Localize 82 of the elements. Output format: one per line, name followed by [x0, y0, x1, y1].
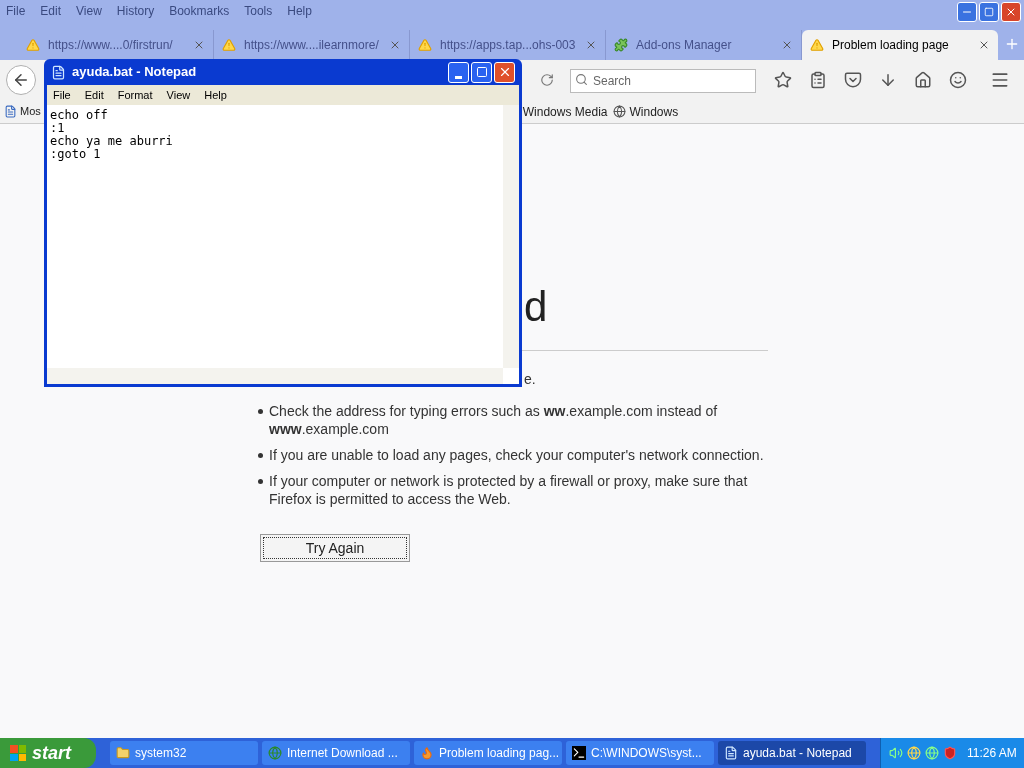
warning-icon: [222, 38, 236, 52]
bullet-icon: [258, 453, 263, 458]
close-tab-icon[interactable]: [781, 39, 793, 51]
minimize-button[interactable]: [957, 2, 977, 22]
reload-icon[interactable]: [540, 73, 554, 87]
bookmark-item[interactable]: Mos: [4, 103, 41, 120]
page-paragraph: e.: [524, 370, 536, 389]
download-icon[interactable]: [879, 71, 897, 89]
pocket-icon[interactable]: [844, 71, 862, 89]
start-button[interactable]: start: [0, 738, 96, 768]
try-again-button[interactable]: Try Again: [260, 534, 410, 562]
back-button[interactable]: [6, 65, 36, 95]
close-tab-icon[interactable]: [978, 39, 990, 51]
taskbar-button[interactable]: system32: [110, 741, 258, 765]
bullet-icon: [258, 409, 263, 414]
menu-item[interactable]: Help: [204, 86, 227, 104]
globe-icon: [268, 746, 282, 760]
bullet-icon: [258, 479, 263, 484]
warning-icon: [26, 38, 40, 52]
menu-item[interactable]: Tools: [244, 2, 273, 20]
menu-item[interactable]: Format: [117, 86, 153, 104]
horizontal-scrollbar[interactable]: [47, 368, 503, 384]
restore-button[interactable]: [979, 2, 999, 22]
notepad-icon: [51, 64, 66, 80]
bookmark-item[interactable]: Windows Media: [522, 102, 608, 121]
maximize-button[interactable]: [471, 61, 492, 83]
clock: 11:26 AM: [967, 745, 1017, 762]
globe-icon[interactable]: [925, 746, 939, 760]
menu-item[interactable]: File: [53, 86, 71, 104]
page-heading: d: [524, 282, 548, 332]
menu-item[interactable]: View: [166, 86, 191, 104]
minimize-button[interactable]: [448, 61, 469, 83]
menu-item[interactable]: File: [6, 2, 26, 20]
close-tab-icon[interactable]: [389, 39, 401, 51]
text-area[interactable]: echo off :1 echo ya me aburri :goto 1: [47, 105, 519, 384]
flame-icon: [420, 746, 434, 760]
page-icon: [4, 105, 17, 118]
search-field[interactable]: Search: [570, 69, 756, 93]
smiley-icon[interactable]: [949, 71, 967, 89]
menu-item[interactable]: History: [116, 2, 155, 20]
restore-icon: [984, 7, 994, 17]
code-line: echo off: [50, 109, 108, 122]
close-icon: [1005, 6, 1017, 18]
globe-icon[interactable]: [907, 746, 921, 760]
reading-list-icon[interactable]: [809, 71, 827, 89]
notepad-icon: [724, 746, 738, 760]
home-icon[interactable]: [914, 71, 932, 89]
search-icon: [575, 73, 588, 86]
warning-icon: [810, 38, 824, 52]
maximize-icon: [475, 66, 488, 78]
terminal-icon: [572, 746, 586, 760]
globe-icon: [613, 105, 627, 118]
code-line: echo ya me aburri: [50, 135, 173, 148]
menu-item[interactable]: Edit: [84, 86, 104, 104]
close-button[interactable]: [1001, 2, 1021, 22]
menu-item[interactable]: Edit: [40, 2, 62, 20]
menu-item[interactable]: Help: [287, 2, 312, 20]
windows-logo-icon: [10, 745, 26, 761]
browser-tab[interactable]: Problem loading page: [802, 30, 998, 60]
puzzle-icon: [614, 38, 628, 52]
close-button[interactable]: [494, 61, 515, 83]
tray-icon[interactable]: [889, 746, 903, 760]
bullet-text: If you are unable to load any pages, check your computer's network connection.: [269, 446, 764, 464]
vertical-scrollbar[interactable]: [503, 105, 519, 368]
code-line: :1: [50, 122, 65, 135]
menu-item[interactable]: Bookmarks: [169, 2, 230, 20]
code-line: :goto 1: [50, 148, 101, 161]
taskbar-button[interactable]: ayuda.bat - Notepad: [718, 741, 866, 765]
menu-icon[interactable]: [990, 70, 1010, 90]
menu-item[interactable]: View: [76, 2, 102, 20]
star-icon[interactable]: [774, 71, 792, 89]
warning-icon: [418, 38, 432, 52]
folder-icon: [116, 746, 130, 760]
window-title: ayuda.bat - Notepad: [72, 63, 198, 82]
bullet-text: If your computer or network is protected by a firewall or proxy, make sure that Firefox is permitted to access the Web.: [269, 472, 749, 508]
bullet-text: Check the address for typing errors such as ww.example.com instead of www.example.com: [269, 402, 719, 438]
taskbar-button[interactable]: Problem loading pag...: [414, 741, 562, 765]
taskbar-button[interactable]: C:\WINDOWS\syst...: [566, 741, 714, 765]
close-tab-icon[interactable]: [193, 39, 205, 51]
taskbar-button[interactable]: Internet Download ...: [262, 741, 410, 765]
close-tab-icon[interactable]: [585, 39, 597, 51]
bookmark-item[interactable]: Windows: [613, 102, 679, 121]
